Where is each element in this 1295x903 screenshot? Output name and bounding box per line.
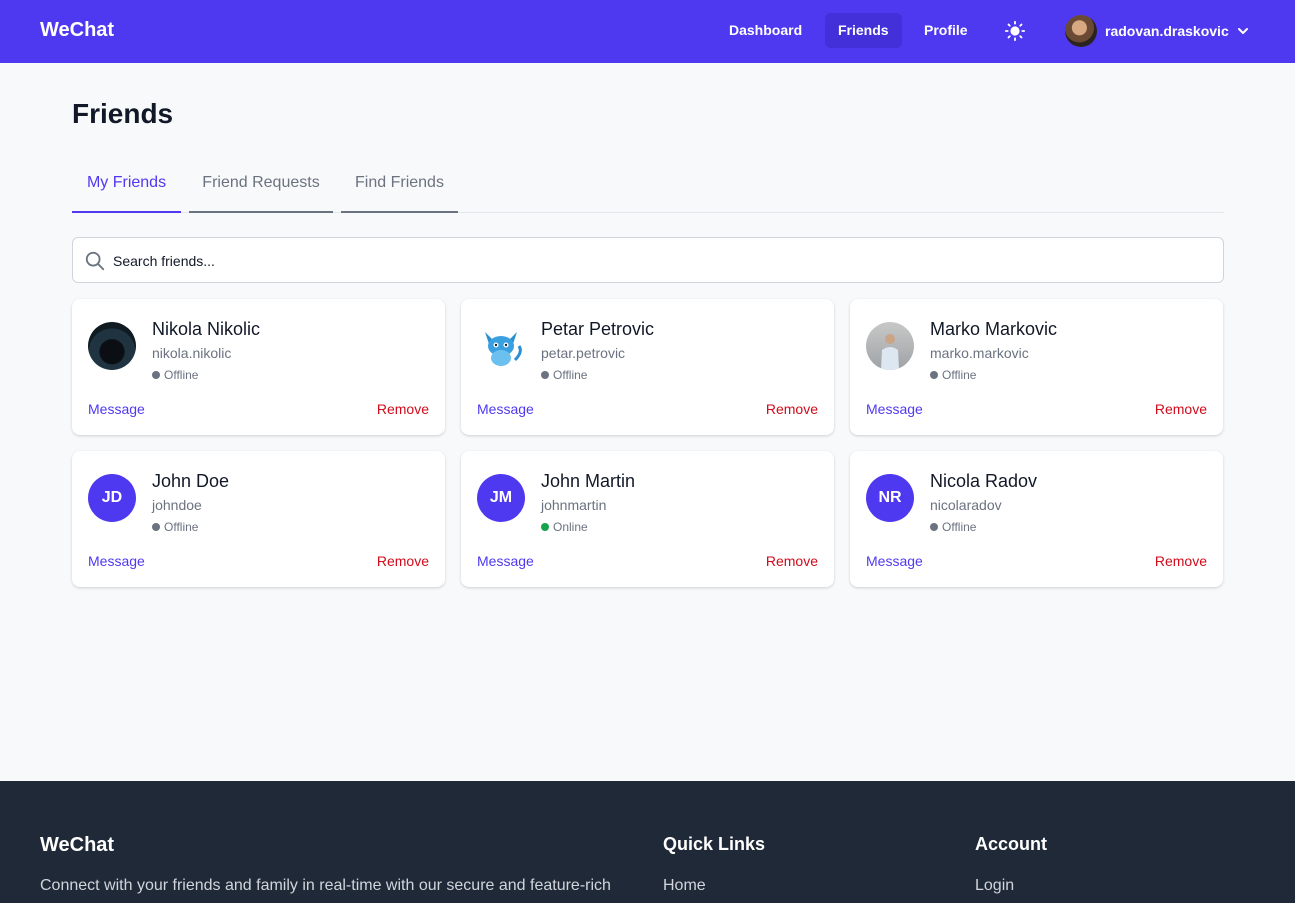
person-illustration [881, 334, 899, 370]
friend-name: Marko Markovic [930, 319, 1058, 339]
status-text: Offline [164, 368, 199, 382]
footer: WeChat Connect with your friends and fam… [0, 781, 1295, 903]
friend-username: johndoe [152, 497, 202, 513]
status-indicator: Offline [930, 368, 976, 382]
status-indicator: Online [541, 520, 588, 534]
friend-username: petar.petrovic [541, 345, 626, 361]
status-indicator: Offline [152, 368, 198, 382]
friend-username: johnmartin [541, 497, 607, 513]
message-button[interactable]: Message [866, 401, 923, 417]
status-dot [541, 371, 549, 379]
page-title: Friends [72, 98, 174, 129]
tab-friend-requests[interactable]: Friend Requests [189, 163, 333, 213]
footer-description: Connect with your friends and family in … [40, 877, 611, 894]
friend-card: Nikola Nikolic nikola.nikolic Offline Me… [72, 299, 445, 435]
footer-brand: WeChat [40, 834, 115, 856]
avatar [477, 322, 525, 370]
friend-name: Petar Petrovic [541, 319, 655, 339]
remove-button[interactable]: Remove [1155, 401, 1207, 417]
avatar [1065, 15, 1097, 47]
search-icon [85, 251, 105, 271]
user-menu[interactable]: radovan.draskovic [1065, 15, 1249, 47]
fox-illustration [485, 332, 522, 366]
friend-card: JM John Martin johnmartin Online Message… [461, 451, 834, 587]
avatar: JD [88, 474, 136, 522]
friend-name: Nicola Radov [930, 471, 1038, 491]
remove-button[interactable]: Remove [1155, 553, 1207, 569]
remove-button[interactable]: Remove [766, 553, 818, 569]
user-name: radovan.draskovic [1105, 23, 1229, 39]
avatar [866, 322, 914, 370]
status-indicator: Offline [541, 368, 587, 382]
search-input[interactable] [113, 250, 1213, 272]
status-dot [541, 523, 549, 531]
status-indicator: Offline [152, 520, 198, 534]
message-button[interactable]: Message [88, 401, 145, 417]
remove-button[interactable]: Remove [766, 401, 818, 417]
avatar: JM [477, 474, 525, 522]
avatar [88, 322, 136, 370]
friend-card: NR Nicola Radov nicolaradov Offline Mess… [850, 451, 1223, 587]
brand-logo[interactable]: WeChat [40, 19, 114, 42]
message-button[interactable]: Message [477, 553, 534, 569]
sun-icon [1004, 20, 1026, 42]
top-navbar: WeChat Dashboard Friends Profile radovan… [0, 0, 1295, 63]
friend-card: JD John Doe johndoe Offline Message Remo… [72, 451, 445, 587]
friend-card: Petar Petrovic petar.petrovic Offline Me… [461, 299, 834, 435]
status-dot [152, 523, 160, 531]
footer-link-home[interactable]: Home [663, 877, 706, 895]
remove-button[interactable]: Remove [377, 553, 429, 569]
footer-quick-links-heading: Quick Links [663, 834, 766, 854]
status-text: Online [553, 520, 588, 534]
status-dot [930, 371, 938, 379]
tab-my-friends[interactable]: My Friends [72, 163, 181, 213]
nav-dashboard[interactable]: Dashboard [716, 13, 815, 48]
nav-friends[interactable]: Friends [825, 13, 902, 48]
friend-card: Marko Markovic marko.markovic Offline Me… [850, 299, 1223, 435]
message-button[interactable]: Message [477, 401, 534, 417]
friend-username: nicolaradov [930, 497, 1002, 513]
nav-profile[interactable]: Profile [911, 13, 981, 48]
footer-link-login[interactable]: Login [975, 877, 1014, 895]
friend-username: marko.markovic [930, 345, 1029, 361]
message-button[interactable]: Message [866, 553, 923, 569]
tab-find-friends[interactable]: Find Friends [341, 163, 458, 213]
chevron-down-icon [1237, 28, 1248, 34]
friend-name: John Doe [152, 471, 230, 491]
search-box [72, 237, 1224, 283]
status-dot [930, 523, 938, 531]
theme-toggle-button[interactable] [1004, 20, 1026, 42]
status-dot [152, 371, 160, 379]
message-button[interactable]: Message [88, 553, 145, 569]
status-text: Offline [942, 368, 977, 382]
status-text: Offline [553, 368, 588, 382]
status-text: Offline [942, 520, 977, 534]
status-text: Offline [164, 520, 199, 534]
footer-account-heading: Account [975, 834, 1047, 854]
friend-name: John Martin [541, 471, 636, 491]
friend-name: Nikola Nikolic [152, 319, 261, 339]
avatar: NR [866, 474, 914, 522]
tab-bar: My Friends Friend Requests Find Friends [72, 163, 1224, 213]
friend-username: nikola.nikolic [152, 345, 232, 361]
status-indicator: Offline [930, 520, 976, 534]
remove-button[interactable]: Remove [377, 401, 429, 417]
